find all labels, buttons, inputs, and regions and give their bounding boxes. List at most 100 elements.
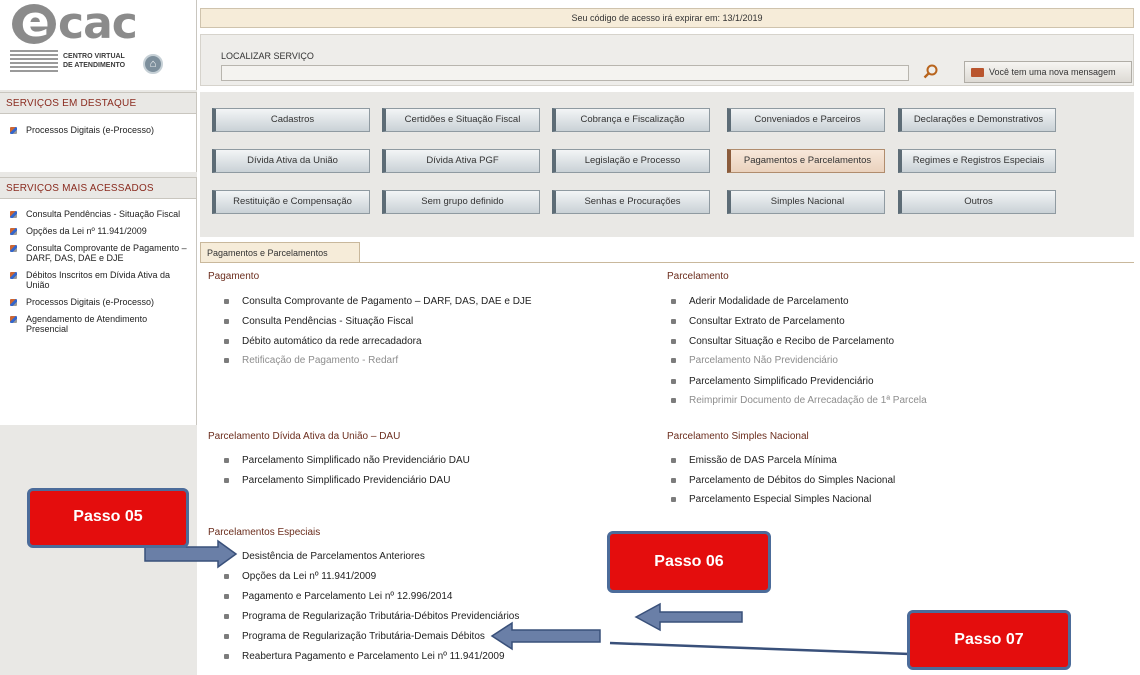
bullet-icon (224, 358, 229, 363)
link-nao-previdenciario: Parcelamento Não Previdenciário (667, 355, 838, 366)
bullet-icon (671, 339, 676, 344)
link-dau-previdenciario[interactable]: Parcelamento Simplificado Previdenciário… (220, 475, 450, 486)
service-regimes[interactable]: Regimes e Registros Especiais (898, 149, 1056, 173)
bullet-icon (224, 339, 229, 344)
service-categories: Cadastros Certidões e Situação Fiscal Co… (200, 92, 1134, 237)
service-restituicao[interactable]: Restituição e Compensação (212, 190, 370, 214)
link-prt-demais-debitos[interactable]: Programa de Regularização Tributária-Dem… (220, 631, 485, 642)
featured-services-panel: SERVIÇOS EM DESTAQUE Processos Digitais … (0, 92, 197, 172)
service-cadastros[interactable]: Cadastros (212, 108, 370, 132)
callout-step7: Passo 07 (907, 610, 1071, 670)
bullet-icon (10, 245, 17, 252)
service-divida-ativa-pgf[interactable]: Dívida Ativa PGF (382, 149, 540, 173)
sidebar-item-agendamento[interactable]: Agendamento de Atendimento Presencial (0, 314, 196, 334)
bullet-icon (224, 594, 229, 599)
bullet-icon (224, 478, 229, 483)
link-prt-previdenciarios[interactable]: Programa de Regularização Tributária-Déb… (220, 611, 519, 622)
mail-icon (971, 68, 984, 77)
service-cobranca[interactable]: Cobrança e Fiscalização (552, 108, 710, 132)
link-consultar-extrato[interactable]: Consultar Extrato de Parcelamento (667, 316, 845, 327)
bullet-icon (671, 458, 676, 463)
bullet-icon (10, 228, 17, 235)
link-debitos-simples[interactable]: Parcelamento de Débitos do Simples Nacio… (667, 475, 895, 486)
link-especial-simples[interactable]: Parcelamento Especial Simples Nacional (667, 494, 871, 505)
search-area: LOCALIZAR SERVIÇO Você tem uma nova mens… (200, 34, 1134, 86)
service-declaracoes[interactable]: Declarações e Demonstrativos (898, 108, 1056, 132)
bullet-icon (10, 316, 17, 323)
bullet-icon (224, 574, 229, 579)
featured-services-title: SERVIÇOS EM DESTAQUE (0, 92, 196, 114)
services-content: Pagamento Consulta Comprovante de Pagame… (200, 262, 1134, 670)
link-reabertura[interactable]: Reabertura Pagamento e Parcelamento Lei … (220, 651, 505, 662)
logo-mark: e (12, 1, 56, 44)
link-consultar-situacao[interactable]: Consultar Situação e Recibo de Parcelame… (667, 336, 894, 347)
bullet-icon (224, 654, 229, 659)
link-debito-automatico[interactable]: Débito automático da rede arrecadadora (220, 336, 422, 347)
most-accessed-title: SERVIÇOS MAIS ACESSADOS (0, 177, 196, 199)
service-divida-ativa-uniao[interactable]: Dívida Ativa da União (212, 149, 370, 173)
search-icon[interactable] (923, 64, 939, 80)
bullet-icon (671, 299, 676, 304)
link-dau-nao-previdenciario[interactable]: Parcelamento Simplificado não Previdenci… (220, 455, 470, 466)
bullet-icon (224, 634, 229, 639)
link-simplificado-previdenciario[interactable]: Parcelamento Simplificado Previdenciário (667, 376, 874, 387)
logo-stripes (10, 50, 58, 72)
group-title-pagamento: Pagamento (208, 271, 260, 282)
bullet-icon (10, 211, 17, 218)
link-retificacao: Retificação de Pagamento - Redarf (220, 355, 398, 366)
sidebar-item-opcoes-lei[interactable]: Opções da Lei nº 11.941/2009 (0, 226, 196, 236)
service-pagamentos-parcelamentos[interactable]: Pagamentos e Parcelamentos (727, 149, 885, 173)
new-message-button[interactable]: Você tem uma nova mensagem (964, 61, 1132, 83)
group-title-simples: Parcelamento Simples Nacional (667, 431, 809, 442)
bullet-icon (671, 379, 676, 384)
sidebar-item-consulta-pendencias[interactable]: Consulta Pendências - Situação Fiscal (0, 209, 196, 219)
search-label: LOCALIZAR SERVIÇO (221, 51, 314, 61)
service-outros[interactable]: Outros (898, 190, 1056, 214)
ecac-logo[interactable]: e cac CENTRO VIRTUAL DE ATENDIMENTO ⌂ (0, 0, 197, 90)
logo-subtitle: CENTRO VIRTUAL DE ATENDIMENTO (63, 53, 126, 69)
sidebar-item-debitos-inscritos[interactable]: Débitos Inscritos em Dívida Ativa da Uni… (0, 270, 196, 290)
bullet-icon (224, 299, 229, 304)
service-conveniados[interactable]: Conveniados e Parceiros (727, 108, 885, 132)
bullet-icon (224, 319, 229, 324)
group-title-dau: Parcelamento Dívida Ativa da União – DAU (208, 431, 401, 442)
bullet-icon (224, 614, 229, 619)
bullet-icon (224, 458, 229, 463)
bullet-icon (671, 319, 676, 324)
link-reimprimir-documento: Reimprimir Documento de Arrecadação de 1… (667, 395, 927, 406)
bullet-icon (10, 272, 17, 279)
link-consulta-comprovante[interactable]: Consulta Comprovante de Pagamento – DARF… (220, 296, 532, 307)
service-sem-grupo[interactable]: Sem grupo definido (382, 190, 540, 214)
sidebar-item-processos-digitais[interactable]: Processos Digitais (e-Processo) (0, 297, 196, 307)
link-aderir-modalidade[interactable]: Aderir Modalidade de Parcelamento (667, 296, 849, 307)
bullet-icon (10, 127, 17, 134)
callout-step5: Passo 05 (27, 488, 189, 548)
link-lei-12996[interactable]: Pagamento e Parcelamento Lei nº 12.996/2… (220, 591, 452, 602)
service-simples-nacional[interactable]: Simples Nacional (727, 190, 885, 214)
bullet-icon (671, 358, 676, 363)
search-input[interactable] (221, 65, 909, 81)
expiry-banner: Seu código de acesso irá expirar em: 13/… (200, 8, 1134, 28)
bullet-icon (671, 398, 676, 403)
link-emissao-das[interactable]: Emissão de DAS Parcela Mínima (667, 455, 837, 466)
service-certidoes[interactable]: Certidões e Situação Fiscal (382, 108, 540, 132)
sidebar-item-consulta-comprovante[interactable]: Consulta Comprovante de Pagamento – DARF… (0, 243, 196, 263)
link-desistencia[interactable]: Desistência de Parcelamentos Anteriores (220, 551, 425, 562)
bullet-icon (671, 478, 676, 483)
home-icon[interactable]: ⌂ (143, 54, 163, 74)
group-title-especiais: Parcelamentos Especiais (208, 527, 321, 538)
tab-pagamentos-parcelamentos[interactable]: Pagamentos e Parcelamentos (200, 242, 360, 263)
link-consulta-pendencias[interactable]: Consulta Pendências - Situação Fiscal (220, 316, 413, 327)
sidebar-item-featured[interactable]: Processos Digitais (e-Processo) (0, 125, 196, 135)
service-senhas[interactable]: Senhas e Procurações (552, 190, 710, 214)
logo-word: cac (58, 0, 138, 49)
callout-step6: Passo 06 (607, 531, 771, 593)
link-opcoes-lei-11941[interactable]: Opções da Lei nº 11.941/2009 (220, 571, 376, 582)
bullet-icon (671, 497, 676, 502)
left-column: e cac CENTRO VIRTUAL DE ATENDIMENTO ⌂ SE… (0, 0, 197, 675)
most-accessed-panel: SERVIÇOS MAIS ACESSADOS Consulta Pendênc… (0, 177, 197, 425)
bullet-icon (224, 554, 229, 559)
bullet-icon (10, 299, 17, 306)
group-title-parcelamento: Parcelamento (667, 271, 729, 282)
service-legislacao[interactable]: Legislação e Processo (552, 149, 710, 173)
